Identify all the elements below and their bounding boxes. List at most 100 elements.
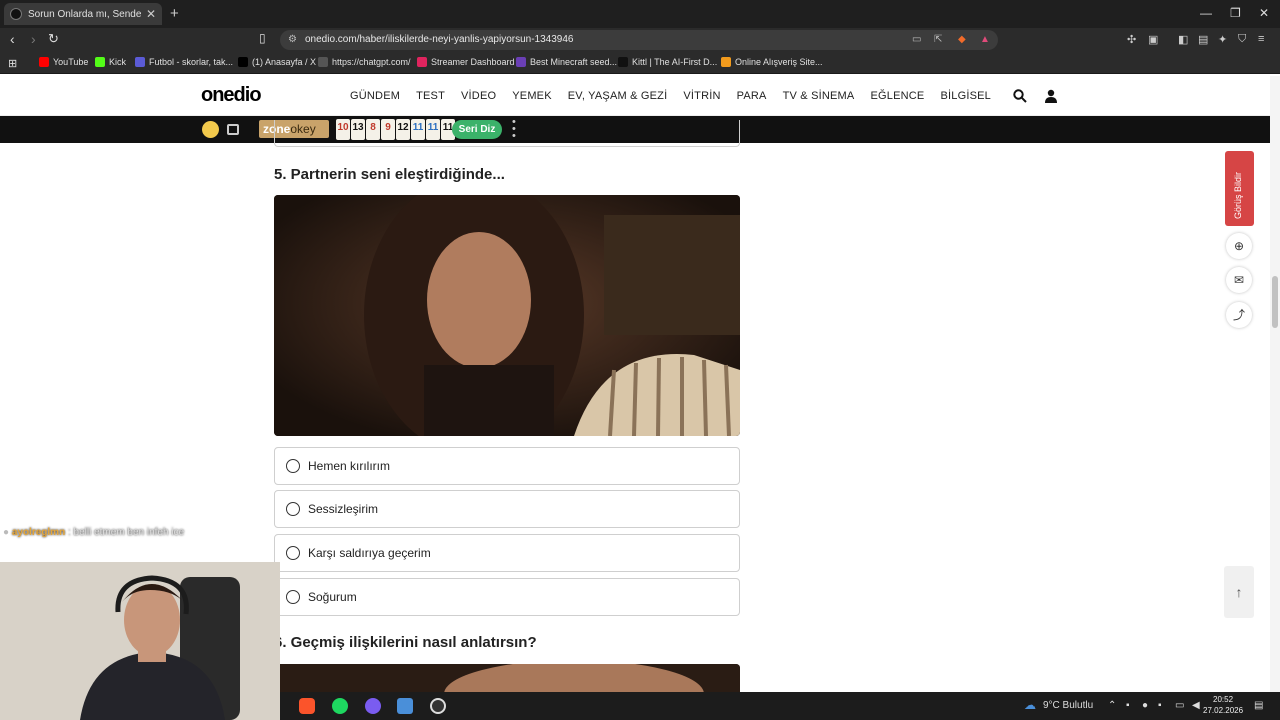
share-icon[interactable]: ⇱ bbox=[934, 34, 942, 45]
option-hemen-kirilirim[interactable]: Hemen kırılırım bbox=[274, 447, 740, 485]
shopping-icon bbox=[721, 57, 731, 67]
bookmark-streamer-dashboard[interactable]: Streamer Dashboard bbox=[417, 57, 515, 67]
onedio-logo[interactable]: onedio bbox=[201, 84, 262, 107]
radio-button[interactable] bbox=[286, 590, 300, 604]
nav-ev-yasam-gezi[interactable]: EV, YAŞAM & GEZİ bbox=[568, 90, 668, 102]
brave-shield-icon[interactable]: ◆ bbox=[958, 34, 966, 45]
url-text: onedio.com/haber/iliskilerde-neyi-yanlis… bbox=[305, 34, 574, 45]
minecraft-icon bbox=[516, 57, 526, 67]
browser-tab-active[interactable]: Sorun Onlarda mı, Sende mi? - O ✕ bbox=[4, 3, 162, 25]
question-5-title: 5. Partnerin seni eleştirdiğinde... bbox=[274, 166, 505, 183]
bookmark-kittl[interactable]: Kittl | The AI-First D... bbox=[618, 57, 717, 67]
radio-button[interactable] bbox=[286, 502, 300, 516]
microphone-icon[interactable]: ● bbox=[1142, 700, 1148, 711]
nav-tv-sinema[interactable]: TV & SİNEMA bbox=[783, 90, 855, 102]
minimize-icon[interactable]: — bbox=[1200, 6, 1212, 20]
wallet-icon[interactable]: ▣ bbox=[1148, 33, 1158, 46]
youtube-icon bbox=[39, 57, 49, 67]
share-icon[interactable]: ⤴ bbox=[1226, 302, 1252, 328]
option-sogurum[interactable]: Soğurum bbox=[274, 578, 740, 616]
close-window-icon[interactable]: ✕ bbox=[1259, 6, 1269, 20]
discord-icon[interactable] bbox=[365, 698, 381, 714]
scrollbar-thumb[interactable] bbox=[1272, 276, 1278, 328]
option-sessizlesirim[interactable]: Sessizleşirim bbox=[274, 490, 740, 528]
bookmark-page-icon[interactable]: ▯ bbox=[259, 31, 266, 45]
restore-icon[interactable]: ❐ bbox=[1230, 6, 1241, 20]
close-tab-icon[interactable]: ✕ bbox=[146, 7, 156, 21]
nav-gundem[interactable]: GÜNDEM bbox=[350, 90, 400, 102]
nav-eglence[interactable]: EĞLENCE bbox=[870, 90, 924, 102]
new-tab-icon[interactable]: + bbox=[170, 5, 179, 22]
brave-rewards-icon[interactable]: ▲ bbox=[980, 34, 990, 45]
radio-button[interactable] bbox=[286, 546, 300, 560]
webcam-overlay bbox=[0, 562, 280, 720]
comments-icon[interactable]: ✉ bbox=[1226, 267, 1252, 293]
scroll-to-top-button[interactable]: ↑ bbox=[1224, 566, 1254, 618]
brave-browser-icon[interactable] bbox=[299, 698, 315, 714]
radio-button[interactable] bbox=[286, 459, 300, 473]
menu-icon[interactable]: ≡ bbox=[1258, 33, 1264, 45]
leo-ai-icon[interactable]: ✦ bbox=[1218, 33, 1227, 46]
option-label: Karşı saldırıya geçerim bbox=[308, 546, 431, 560]
extensions-icon[interactable]: ✣ bbox=[1127, 33, 1136, 46]
nav-vitrin[interactable]: VİTRİN bbox=[683, 90, 720, 102]
search-icon[interactable] bbox=[1013, 89, 1027, 103]
reload-icon[interactable]: ↻ bbox=[48, 31, 59, 47]
bookmark-youtube[interactable]: YouTube bbox=[39, 57, 88, 67]
option-karsi-saldiriya-gecerim[interactable]: Karşı saldırıya geçerim bbox=[274, 534, 740, 572]
forward-icon[interactable]: › bbox=[31, 31, 36, 47]
bookmark-minecraft[interactable]: Best Minecraft seed... bbox=[516, 57, 617, 67]
previous-option-bottom[interactable] bbox=[274, 120, 740, 147]
taskbar-clock[interactable]: 20:52 27.02.2026 bbox=[1203, 694, 1243, 716]
clock-time: 20:52 bbox=[1213, 695, 1234, 704]
question-5-image bbox=[274, 195, 740, 436]
back-icon[interactable]: ‹ bbox=[10, 31, 15, 47]
obs-icon[interactable] bbox=[430, 698, 446, 714]
bookmark-chatgpt[interactable]: https://chatgpt.com/ bbox=[318, 57, 411, 67]
clock-date: 27.02.2026 bbox=[1203, 706, 1244, 715]
kittl-icon bbox=[618, 57, 628, 67]
site-favicon-icon bbox=[10, 8, 22, 20]
network-icon[interactable]: ▭ bbox=[1175, 700, 1184, 711]
page-scrollbar[interactable] bbox=[1270, 76, 1280, 692]
x-icon bbox=[238, 57, 248, 67]
volume-icon[interactable]: ◀ bbox=[1192, 700, 1200, 711]
bookmark-x[interactable]: (1) Anasayfa / X bbox=[238, 57, 316, 67]
gorus-bildir-label: Görüş Bildir bbox=[1233, 171, 1243, 219]
save-bookmark-icon[interactable]: ⊕ bbox=[1226, 233, 1252, 259]
nav-yemek[interactable]: YEMEK bbox=[512, 90, 552, 102]
tray-app-icon[interactable]: ▪ bbox=[1126, 700, 1130, 711]
address-bar[interactable]: ⚙ onedio.com/haber/iliskilerde-neyi-yanl… bbox=[280, 30, 998, 50]
site-header: onedio GÜNDEM TEST VİDEO YEMEK EV, YAŞAM… bbox=[0, 76, 1270, 116]
bookmark-futbol[interactable]: Futbol - skorlar, tak... bbox=[135, 57, 233, 67]
nav-video[interactable]: VİDEO bbox=[461, 90, 496, 102]
site-info-icon[interactable]: ⚙ bbox=[288, 34, 297, 45]
bookmarks-bar: ⊞ YouTube Kick Futbol - skorlar, tak... … bbox=[0, 52, 1280, 74]
game-logo-icon[interactable] bbox=[202, 121, 219, 138]
gorus-bildir-button[interactable]: Görüş Bildir bbox=[1225, 151, 1254, 226]
vpn-shield-icon[interactable]: ⛉ bbox=[1238, 33, 1246, 46]
sidebar-icon[interactable]: ◧ bbox=[1178, 33, 1188, 46]
weather-text[interactable]: 9°C Bulutlu bbox=[1043, 700, 1093, 711]
question-6-image bbox=[274, 664, 740, 694]
question-6-title: 6. Geçmiş ilişkilerini nasıl anlatırsın? bbox=[274, 634, 537, 651]
apps-grid-icon[interactable]: ⊞ bbox=[8, 57, 17, 70]
chat-username: ayolreglmn bbox=[11, 527, 66, 538]
nav-test[interactable]: TEST bbox=[416, 90, 445, 102]
user-icon[interactable] bbox=[1045, 89, 1057, 103]
bookmark-kick[interactable]: Kick bbox=[95, 57, 126, 67]
spotify-icon[interactable] bbox=[332, 698, 348, 714]
notifications-icon[interactable]: ▤ bbox=[1254, 700, 1263, 711]
bookmark-shopping[interactable]: Online Alışveriş Site... bbox=[721, 57, 823, 67]
browser-toolbar: ‹ › ↻ ▯ ⚙ onedio.com/haber/iliskilerde-n… bbox=[0, 28, 1280, 52]
game-board-icon[interactable] bbox=[227, 124, 239, 135]
chat-text: : belli etmem ben infeh ice bbox=[67, 527, 185, 538]
tab-search-icon[interactable]: ▤ bbox=[1198, 33, 1208, 46]
nav-bilgisel[interactable]: BİLGİSEL bbox=[940, 90, 991, 102]
kick-icon bbox=[95, 57, 105, 67]
app-icon[interactable] bbox=[397, 698, 413, 714]
cast-icon[interactable]: ▭ bbox=[912, 34, 921, 45]
nav-para[interactable]: PARA bbox=[737, 90, 767, 102]
tray-chevron-icon[interactable]: ⌃ bbox=[1108, 700, 1116, 711]
tray-app2-icon[interactable]: ▪ bbox=[1158, 700, 1162, 711]
